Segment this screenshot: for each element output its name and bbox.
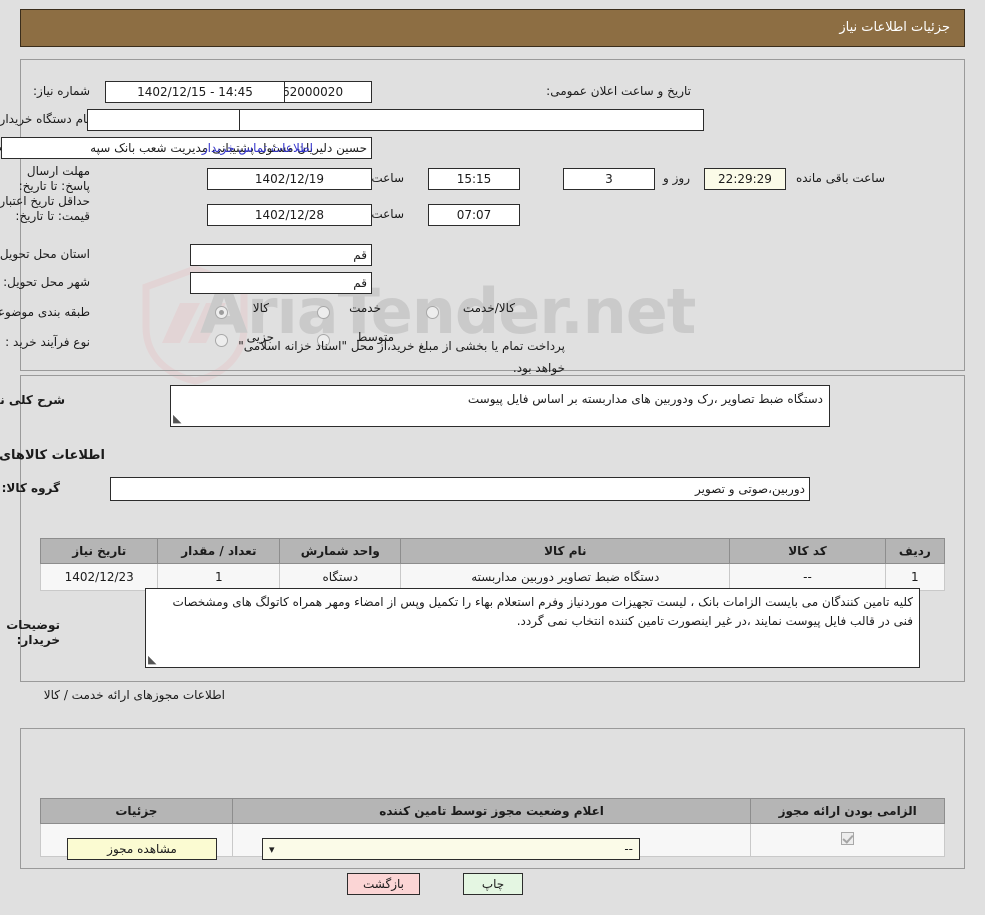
permits-table-header-row: الزامی بودن ارائه مجوز اعلام وضعیت مجوز … [40,798,945,824]
deadline-time-value: 15:15 [428,168,520,190]
goods-cell-name: دستگاه ضبط تصاویر دوربین مداربسته [400,563,731,591]
need-description-value: دستگاه ضبط تصاویر ،رک ودوربین های مداربس… [467,392,823,406]
buyer-org-secondary-field [239,109,704,131]
province-value: قم [190,244,372,266]
goods-cell-date: 1402/12/23 [39,563,159,591]
price-validity-hour-label: ساعت [371,207,404,221]
goods-col-qty: تعداد / مقدار [157,538,281,564]
goods-cell-qty: 1 [157,563,281,591]
city-label: شهر محل تحویل: [3,275,90,289]
remaining-days-value: 3 [563,168,655,190]
deadline-date-value: 1402/12/19 [207,168,372,190]
price-validity-date-value: 1402/12/28 [207,204,372,226]
permits-col-details: جزئیات [40,798,233,824]
price-validity-label: حداقل تاریخ اعتبار قیمت: تا تاریخ: [0,194,90,223]
remaining-time-value: 22:29:29 [704,168,786,190]
announce-datetime-label: تاریخ و ساعت اعلان عمومی: [546,84,691,98]
back-button[interactable]: بازگشت [347,873,420,895]
permit-required-checkbox[interactable] [841,832,855,845]
buyer-notes-value: کلیه تامین کنندگان می بایست الزامات بانک… [172,595,913,628]
deadline-label: مهلت ارسال پاسخ: تا تاریخ: [18,164,90,193]
category-radio-service[interactable] [317,306,330,319]
buyer-org-label: نام دستگاه خریدار: [0,112,90,126]
category-radio-goods[interactable] [215,306,228,319]
page-title: جزئیات اطلاعات نیاز [839,20,950,35]
buyer-notes-textarea[interactable]: کلیه تامین کنندگان می بایست الزامات بانک… [145,588,920,668]
permits-col-required: الزامی بودن ارائه مجوز [750,798,945,824]
resize-handle-icon[interactable]: ◢ [148,653,160,666]
process-type-radio-minor[interactable] [215,334,228,347]
goods-table: ردیف کد کالا نام کالا واحد شمارش تعداد /… [39,538,946,591]
need-description-label: شرح کلی نیاز: [0,393,65,407]
province-label: استان محل تحویل: [0,247,90,261]
category-option-label-2: کالا/خدمت [462,301,515,315]
need-number-label: شماره نیاز: [33,84,90,98]
resize-handle-icon[interactable]: ◢ [173,412,185,425]
days-and-label: روز و [663,171,690,185]
goods-cell-code: -- [729,563,886,591]
chevron-down-icon: ▾ [269,843,275,856]
deadline-hour-label: ساعت [371,171,404,185]
view-permit-button[interactable]: مشاهده مجوز [67,838,217,860]
goods-col-date: تاریخ نیاز [39,538,159,564]
permit-status-value: -- [624,842,633,856]
buyer-contact-link[interactable]: اطلاعات تماس خریدار [202,137,313,159]
permit-status-select[interactable]: -- ▾ [262,838,640,860]
category-label: طبقه بندی موضوعی: [0,305,90,319]
goods-col-code: کد کالا [729,538,886,564]
remaining-suffix-label: ساعت باقی مانده [795,171,885,185]
permits-col-status: اعلام وضعیت مجوز توسط تامین کننده [231,798,752,824]
goods-col-name: نام کالا [400,538,731,564]
process-type-label: نوع فرآیند خرید : [5,335,90,349]
table-row: 1 -- دستگاه ضبط تصاویر دوربین مداربسته د… [39,563,946,591]
goods-col-unit: واحد شمارش [279,538,402,564]
buyer-notes-label: توضیحات خریدار: [6,618,60,647]
permits-cell-required [750,823,945,857]
requester-value: حسین دلیریان مسئول پشتیبانی مدیریت شعب ب… [1,137,372,159]
goods-cell-unit: دستگاه [279,563,402,591]
goods-group-label: گروه کالا: [1,481,60,495]
announce-datetime-value: 14:45 - 1402/12/15 [105,81,285,103]
treasury-note: پرداخت تمام یا بخشی از مبلغ خرید،از محل … [238,339,565,375]
goods-section-title: اطلاعات کالاهای مورد نیاز [0,448,105,463]
city-value: قم [190,272,372,294]
goods-col-row: ردیف [884,538,946,564]
goods-cell-row: 1 [884,563,946,591]
price-validity-time-value: 07:07 [428,204,520,226]
print-button[interactable]: چاپ [463,873,523,895]
goods-group-value: دوربین،صوتی و تصویر [110,477,810,501]
goods-table-header-row: ردیف کد کالا نام کالا واحد شمارش تعداد /… [39,538,946,564]
need-description-textarea[interactable]: دستگاه ضبط تصاویر ،رک ودوربین های مداربس… [170,385,830,427]
category-option-label-0: کالا [252,301,269,315]
category-option-label-1: خدمت [349,301,381,315]
category-radio-goods-service[interactable] [426,306,439,319]
page-title-bar: جزئیات اطلاعات نیاز [20,9,965,47]
permits-section-title: اطلاعات مجوزهای ارائه خدمت / کالا [43,688,225,702]
